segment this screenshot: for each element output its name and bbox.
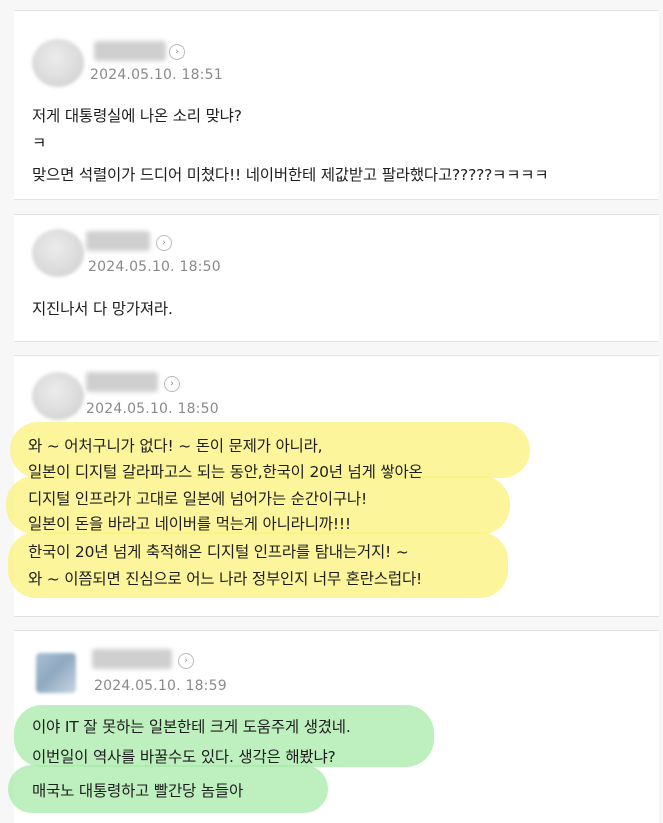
comment-text-line: ㅋ: [32, 134, 47, 152]
nickname-blurred[interactable]: [86, 372, 158, 392]
comment-date: 2024.05.10. 18:50: [88, 259, 221, 275]
profile-chevron-icon[interactable]: ›: [178, 653, 194, 669]
comment-item: › 2024.05.10. 18:51 저게 대통령실에 나온 소리 맞냐? ㅋ…: [14, 10, 659, 200]
nickname-blurred[interactable]: [86, 231, 150, 251]
comment-text-line: 이번일이 역사를 바꿀수도 있다. 생각은 해봤냐?: [32, 748, 336, 766]
comment-text-line: 와 ~ 이쯤되면 진심으로 어느 나라 정부인지 너무 혼란스럽다!: [28, 570, 423, 588]
avatar[interactable]: [32, 39, 84, 87]
comment-text-line: 매국노 대통령하고 빨간당 놈들아: [32, 782, 244, 800]
comment-item: › 2024.05.10. 18:59 이야 IT 잘 못하는 일본한테 크게 …: [8, 630, 659, 823]
comment-text-line: 이야 IT 잘 못하는 일본한테 크게 도움주게 생겼네.: [32, 718, 351, 736]
comment-text-line: 한국이 20년 넘게 축적해온 디지털 인프라를 탐내는거지! ~: [28, 543, 409, 561]
comment-text-line: 일본이 돈을 바라고 네이버를 먹는게 아니라니까!!!: [28, 515, 351, 533]
profile-chevron-icon[interactable]: ›: [169, 44, 185, 60]
nickname-blurred[interactable]: [94, 41, 166, 61]
comment-text-line: 맞으면 석렬이가 드디어 미쳤다!! 네이버한테 제값받고 팔라했다고?????…: [32, 166, 549, 184]
comment-text-line: 지진나서 다 망가져라.: [32, 300, 173, 318]
comment-text-line: 디지털 인프라가 고대로 일본에 넘어가는 순간이구나!: [28, 490, 367, 508]
comment-text-line: 일본이 디지털 갈라파고스 되는 동안,한국이 20년 넘게 쌓아온: [28, 463, 423, 481]
profile-chevron-icon[interactable]: ›: [156, 235, 172, 251]
profile-chevron-icon[interactable]: ›: [164, 376, 180, 392]
comment-text-line: 저게 대통령실에 나온 소리 맞냐?: [32, 107, 242, 125]
avatar[interactable]: [32, 372, 84, 420]
comment-text-line: 와 ~ 어처구니가 없다! ~ 돈이 문제가 아니라,: [28, 437, 323, 455]
comment-date: 2024.05.10. 18:59: [94, 678, 227, 694]
comment-item: › 2024.05.10. 18:50 지진나서 다 망가져라.: [14, 214, 659, 342]
avatar[interactable]: [36, 653, 76, 693]
comment-date: 2024.05.10. 18:50: [86, 401, 219, 417]
nickname-blurred[interactable]: [92, 649, 172, 669]
avatar[interactable]: [32, 229, 84, 277]
comment-item: › 2024.05.10. 18:50 와 ~ 어처구니가 없다! ~ 돈이 문…: [6, 355, 659, 617]
comment-date: 2024.05.10. 18:51: [90, 67, 223, 83]
